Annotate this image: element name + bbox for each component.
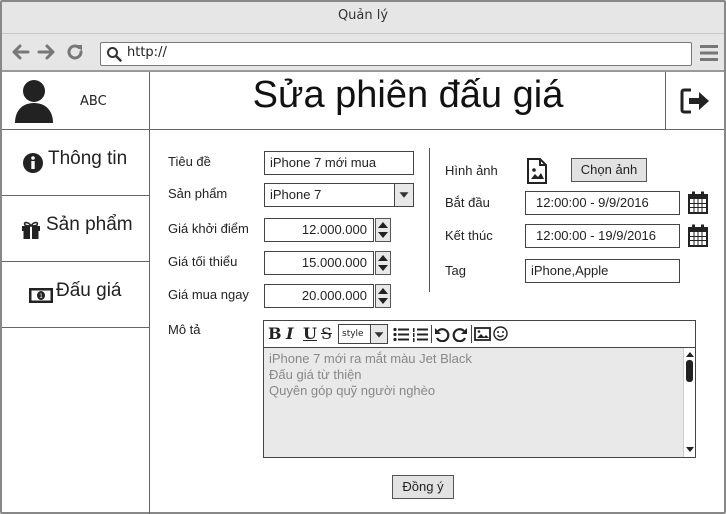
hamburger-menu-icon[interactable] [700, 44, 718, 62]
buy-now-label: Giá mua ngay [168, 287, 249, 302]
toolbar-separator [471, 325, 472, 343]
page-header: Sửa phiên đấu giá [150, 72, 724, 130]
address-bar[interactable]: http:// [100, 42, 692, 66]
style-select[interactable]: style [338, 324, 388, 344]
window-title: Quản lý [337, 8, 389, 23]
description-editor: B I U S style iPhone 7 mới ra mắt màu Je… [263, 320, 696, 458]
window-titlebar: Quản lý [2, 2, 724, 34]
scroll-up-icon[interactable] [685, 350, 695, 358]
underline-icon[interactable]: U [303, 325, 317, 343]
select-arrow[interactable] [394, 184, 413, 206]
sidebar-item-label: Đấu giá [56, 280, 122, 301]
toolbar-separator [431, 325, 432, 343]
strikethrough-icon[interactable]: S [321, 325, 332, 343]
editor-toolbar: B I U S style [264, 321, 695, 348]
browser-navbar: http:// [2, 34, 724, 72]
user-name: ABC [80, 94, 107, 109]
info-icon [23, 153, 43, 173]
chevron-down-icon [399, 192, 409, 198]
browser-window: Quản lý http:// ABC Thông tin Sản phẩm 1… [0, 0, 726, 514]
sidebar-item-products[interactable]: Sản phẩm [2, 196, 149, 262]
end-calendar-icon[interactable] [687, 224, 709, 248]
redo-icon[interactable] [452, 326, 468, 342]
sidebar: ABC Thông tin Sản phẩm 1 Đấu giá [2, 72, 150, 514]
sidebar-item-info[interactable]: Thông tin [2, 130, 149, 196]
start-calendar-icon[interactable] [687, 191, 709, 215]
page-title: Sửa phiên đấu giá [252, 74, 564, 116]
user-panel: ABC [2, 72, 149, 130]
italic-icon[interactable]: I [286, 325, 293, 343]
column-divider [429, 148, 430, 292]
bullet-list-icon[interactable] [393, 327, 409, 342]
sidebar-item-auction[interactable]: 1 Đấu giá [2, 262, 149, 328]
start-time-input[interactable]: 12:00:00 - 9/9/2016 [525, 191, 680, 215]
start-price-stepper-icon[interactable] [375, 218, 391, 242]
description-line: Quyên góp quỹ người nghèo [269, 383, 436, 398]
title-label: Tiêu đề [168, 154, 211, 169]
title-input[interactable]: iPhone 7 mới mua [264, 151, 414, 175]
tag-label: Tag [445, 263, 466, 278]
description-line: iPhone 7 mới ra mắt màu Jet Black [269, 351, 472, 366]
product-label: Sản phẩm [168, 186, 228, 201]
style-select-value: style [342, 329, 364, 339]
logout-icon [680, 88, 709, 114]
image-file-icon [527, 158, 547, 184]
editor-scrollbar[interactable] [683, 348, 695, 457]
logout-button[interactable] [665, 72, 724, 130]
refresh-icon[interactable] [65, 42, 85, 62]
chevron-down-icon [374, 332, 384, 338]
description-line: Đấu giá từ thiện [269, 367, 362, 382]
product-select[interactable]: iPhone 7 [264, 183, 414, 207]
submit-button[interactable]: Đồng ý [392, 475, 454, 499]
search-icon [107, 47, 122, 62]
style-select-arrow[interactable] [370, 324, 388, 344]
sidebar-item-label: Thông tin [48, 148, 128, 169]
end-time-label: Kết thúc [445, 228, 493, 243]
product-select-value: iPhone 7 [270, 187, 322, 202]
emoji-icon[interactable] [493, 326, 508, 341]
address-text: http:// [127, 45, 167, 60]
start-time-label: Bắt đầu [445, 195, 490, 210]
gift-icon [22, 221, 40, 239]
choose-image-button[interactable]: Chọn ảnh [571, 158, 647, 182]
insert-image-icon[interactable] [474, 327, 491, 341]
svg-text:1: 1 [39, 293, 43, 300]
min-price-input[interactable]: 15.000.000 [264, 251, 374, 275]
undo-icon[interactable] [434, 326, 450, 342]
forward-arrow-icon[interactable] [36, 42, 56, 62]
bold-icon[interactable]: B [268, 325, 282, 343]
money-icon: 1 [29, 288, 53, 303]
buy-now-stepper-icon[interactable] [375, 284, 391, 308]
back-arrow-icon[interactable] [11, 42, 31, 62]
description-textarea[interactable]: iPhone 7 mới ra mắt màu Jet Black Đấu gi… [264, 348, 684, 457]
description-label: Mô tả [168, 322, 201, 337]
end-time-input[interactable]: 12:00:00 - 19/9/2016 [525, 224, 680, 248]
scrollbar-thumb[interactable] [686, 360, 693, 382]
scroll-down-icon[interactable] [685, 446, 695, 454]
tag-input[interactable]: iPhone,Apple [525, 259, 680, 283]
min-price-label: Giá tối thiểu [168, 254, 238, 269]
start-price-input[interactable]: 12.000.000 [264, 218, 374, 242]
start-price-label: Giá khởi điểm [168, 221, 249, 236]
user-avatar-icon [15, 80, 53, 123]
sidebar-item-label: Sản phẩm [46, 214, 133, 235]
buy-now-input[interactable]: 20.000.000 [264, 284, 374, 308]
min-price-stepper-icon[interactable] [375, 251, 391, 275]
image-label: Hình ảnh [445, 163, 498, 178]
numbered-list-icon[interactable] [412, 327, 428, 342]
